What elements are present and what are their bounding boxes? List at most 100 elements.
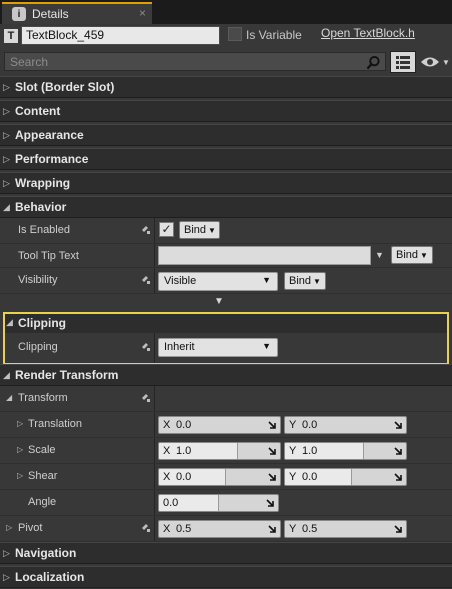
- tab-close-button[interactable]: ×: [139, 6, 146, 20]
- shear-y-field[interactable]: Y 0.0: [284, 468, 407, 486]
- clipping-highlight-frame: [3, 312, 449, 365]
- section-wrapping[interactable]: ▷ Wrapping: [0, 172, 452, 194]
- drag-resize-icon[interactable]: [393, 472, 403, 482]
- value-slider-fill: [285, 443, 364, 459]
- drag-resize-icon[interactable]: [267, 420, 277, 430]
- column-divider: [154, 438, 155, 463]
- expanded-arrow-icon: ◢: [3, 369, 10, 380]
- scale-y-field[interactable]: Y 1.0: [284, 442, 407, 460]
- property-row-tool-tip-text: Tool Tip Text ▼ Bind ▼: [0, 244, 452, 268]
- widget-name-input[interactable]: TextBlock_459: [21, 26, 220, 45]
- collapsed-arrow-icon[interactable]: ▷: [17, 471, 23, 480]
- transform-label: Transform: [18, 392, 68, 404]
- chevron-down-icon: ▼: [442, 57, 450, 67]
- collapsed-arrow-icon: ▷: [3, 129, 10, 140]
- drag-resize-icon[interactable]: [393, 524, 403, 534]
- chevron-down-icon: ▼: [208, 225, 216, 235]
- chevron-down-icon[interactable]: ▼: [375, 250, 384, 260]
- section-performance-title: Performance: [15, 152, 89, 166]
- section-slot[interactable]: ▷ Slot (Border Slot): [0, 76, 452, 98]
- keyframe-icon[interactable]: [141, 393, 151, 403]
- widget-name-bar: T TextBlock_459 Is Variable Open TextBlo…: [0, 24, 452, 50]
- details-icon: i: [12, 7, 26, 21]
- tool-tip-text-input[interactable]: [158, 246, 371, 265]
- expanded-arrow-icon: ◢: [3, 201, 10, 212]
- section-appearance-title: Appearance: [15, 128, 84, 142]
- keyframe-icon[interactable]: [141, 275, 151, 285]
- section-wrapping-title: Wrapping: [15, 176, 71, 190]
- angle-field[interactable]: 0.0: [158, 494, 279, 512]
- tab-details[interactable]: i Details ×: [2, 2, 152, 24]
- column-divider: [154, 268, 155, 293]
- section-performance[interactable]: ▷ Performance: [0, 148, 452, 170]
- view-options-button[interactable]: [390, 51, 416, 73]
- collapsed-arrow-icon: ▷: [3, 81, 10, 92]
- search-input[interactable]: Search: [4, 52, 386, 71]
- pivot-x-field[interactable]: X 0.5: [158, 520, 281, 538]
- translation-x-field[interactable]: X 0.0: [158, 416, 281, 434]
- property-row-shear: ▷ Shear X 0.0 Y 0.0: [0, 464, 452, 490]
- axis-y-label: Y: [289, 419, 297, 431]
- bind-button[interactable]: Bind ▼: [284, 272, 326, 290]
- translation-label: Translation: [28, 418, 83, 430]
- translation-y-field[interactable]: Y 0.0: [284, 416, 407, 434]
- section-content-title: Content: [15, 104, 61, 118]
- axis-y-label: Y: [289, 523, 297, 535]
- drag-resize-icon[interactable]: [265, 498, 275, 508]
- bind-button[interactable]: Bind ▼: [179, 221, 220, 239]
- section-render-transform-title: Render Transform: [15, 368, 119, 382]
- column-divider: [154, 412, 155, 437]
- axis-x-label: X: [163, 419, 171, 431]
- visibility-dropdown[interactable]: Visible ▼: [158, 272, 278, 291]
- pivot-x-value: 0.5: [176, 523, 192, 535]
- axis-y-label: Y: [289, 471, 297, 483]
- angle-value: 0.0: [163, 497, 179, 509]
- pivot-y-field[interactable]: Y 0.5: [284, 520, 407, 538]
- section-behavior[interactable]: ◢ Behavior: [0, 196, 452, 218]
- visibility-filter-button[interactable]: ▼: [420, 53, 450, 71]
- collapsed-arrow-icon: ▷: [3, 547, 10, 558]
- is-enabled-checkbox[interactable]: ✓: [159, 222, 174, 237]
- property-row-pivot: ▷ Pivot X 0.5 Y 0.5: [0, 516, 452, 542]
- collapsed-arrow-icon[interactable]: ▷: [17, 419, 23, 428]
- chevron-down-icon: ▼: [313, 276, 321, 286]
- drag-resize-icon[interactable]: [393, 446, 403, 456]
- scale-label: Scale: [28, 444, 56, 456]
- is-variable-checkbox[interactable]: [228, 27, 242, 41]
- drag-resize-icon[interactable]: [267, 472, 277, 482]
- expanded-arrow-icon[interactable]: ◢: [6, 393, 12, 402]
- axis-x-label: X: [163, 471, 171, 483]
- search-icon[interactable]: [366, 55, 381, 70]
- chevron-down-icon: ▼: [262, 275, 271, 285]
- keyframe-icon[interactable]: [141, 523, 151, 533]
- section-localization[interactable]: ▷ Localization: [0, 566, 452, 588]
- drag-resize-icon[interactable]: [267, 446, 277, 456]
- axis-x-label: X: [163, 445, 171, 457]
- text-block-icon: T: [4, 29, 18, 43]
- section-content[interactable]: ▷ Content: [0, 100, 452, 122]
- column-divider: [154, 386, 155, 411]
- translation-y-value: 0.0: [302, 419, 318, 431]
- section-appearance[interactable]: ▷ Appearance: [0, 124, 452, 146]
- section-render-transform[interactable]: ◢ Render Transform: [0, 364, 452, 386]
- collapsed-arrow-icon[interactable]: ▷: [6, 523, 12, 532]
- section-navigation-title: Navigation: [15, 546, 77, 560]
- open-source-link[interactable]: Open TextBlock.h: [321, 26, 415, 40]
- bind-button[interactable]: Bind ▼: [391, 246, 433, 264]
- section-behavior-title: Behavior: [15, 200, 67, 214]
- property-row-transform: ◢ Transform: [0, 386, 452, 412]
- axis-y-label: Y: [289, 445, 297, 457]
- axis-x-label: X: [163, 523, 171, 535]
- advanced-expander[interactable]: ▼: [0, 296, 452, 310]
- drag-resize-icon[interactable]: [393, 420, 403, 430]
- collapsed-arrow-icon[interactable]: ▷: [17, 445, 23, 454]
- column-divider: [154, 464, 155, 489]
- tool-tip-text-label: Tool Tip Text: [18, 250, 79, 262]
- shear-x-field[interactable]: X 0.0: [158, 468, 281, 486]
- drag-resize-icon[interactable]: [267, 524, 277, 534]
- is-enabled-label: Is Enabled: [18, 224, 70, 236]
- keyframe-icon[interactable]: [141, 225, 151, 235]
- scale-x-field[interactable]: X 1.0: [158, 442, 281, 460]
- search-row: Search ▼: [0, 50, 452, 76]
- section-navigation[interactable]: ▷ Navigation: [0, 542, 452, 564]
